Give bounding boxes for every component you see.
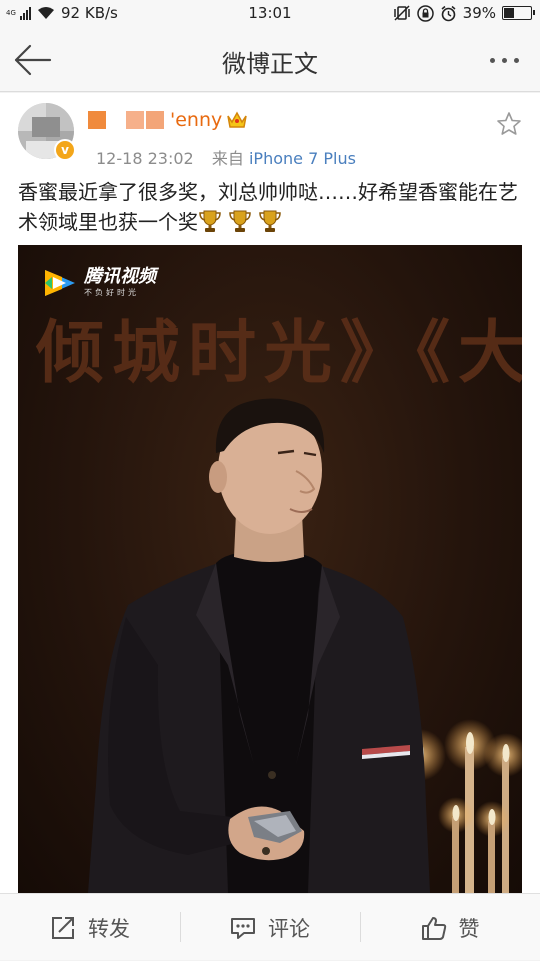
vibrate-icon xyxy=(393,5,410,21)
verified-badge-icon: v xyxy=(54,139,76,161)
status-bar: 4G 92 KB/s 13:01 39% xyxy=(0,0,540,28)
battery-icon xyxy=(502,6,535,20)
photo-scene xyxy=(88,398,522,893)
more-button[interactable] xyxy=(490,50,526,70)
source-prefix: 来自 xyxy=(211,149,244,168)
battery-percent: 39% xyxy=(462,4,496,22)
post-source[interactable]: iPhone 7 Plus xyxy=(249,149,356,168)
trophy-icon xyxy=(229,210,251,232)
play-logo-icon xyxy=(45,269,75,296)
repost-label: 转发 xyxy=(88,916,130,941)
username[interactable]: 'enny xyxy=(170,109,222,131)
post-image[interactable]: 倾城时光》《大 腾讯视频 不负好时光 xyxy=(18,245,522,893)
post-meta: 12-18 23:02 来自 iPhone 7 Plus xyxy=(96,145,356,169)
tencent-video-logo: 腾讯视频 不负好时光 xyxy=(42,267,156,298)
comment-label: 评论 xyxy=(268,916,310,941)
logo-sub-text: 不负好时光 xyxy=(84,288,139,297)
post-card: v 'enny 12-18 23:02 来自 iPhone 7 Plus 香蜜最… xyxy=(0,93,540,893)
trophy-icon xyxy=(199,210,221,232)
more-dots-icon xyxy=(490,57,495,63)
action-bar: 转发 评论 赞 xyxy=(0,893,540,960)
logo-main-text: 腾讯视频 xyxy=(84,266,156,287)
status-right: 39% xyxy=(393,4,535,22)
username-mosaic xyxy=(88,111,106,129)
post-text: 香蜜最近拿了很多奖，刘总帅帅哒……好希望香蜜能在艺术领域里也获一个奖 xyxy=(18,177,526,237)
comment-icon xyxy=(231,917,255,939)
repost-icon xyxy=(52,916,74,939)
comment-button[interactable]: 评论 xyxy=(180,894,360,961)
star-icon xyxy=(497,112,521,135)
page-title: 微博正文 xyxy=(222,50,318,78)
user-row: 'enny xyxy=(88,107,248,133)
repost-button[interactable]: 转发 xyxy=(0,894,180,961)
crown-icon xyxy=(227,111,247,128)
like-button[interactable]: 赞 xyxy=(360,894,540,961)
username-mosaic xyxy=(126,111,144,129)
like-icon xyxy=(421,916,446,940)
like-label: 赞 xyxy=(458,916,480,941)
alarm-icon xyxy=(441,5,456,21)
username-mosaic xyxy=(146,111,164,129)
trophy-icons xyxy=(198,210,288,234)
lock-rotation-icon xyxy=(416,4,434,22)
nav-bar: 微博正文 xyxy=(0,28,540,92)
post-time: 12-18 23:02 xyxy=(96,149,194,168)
trophy-icon xyxy=(259,210,281,232)
man-figure xyxy=(88,398,430,893)
favorite-button[interactable] xyxy=(496,111,522,137)
